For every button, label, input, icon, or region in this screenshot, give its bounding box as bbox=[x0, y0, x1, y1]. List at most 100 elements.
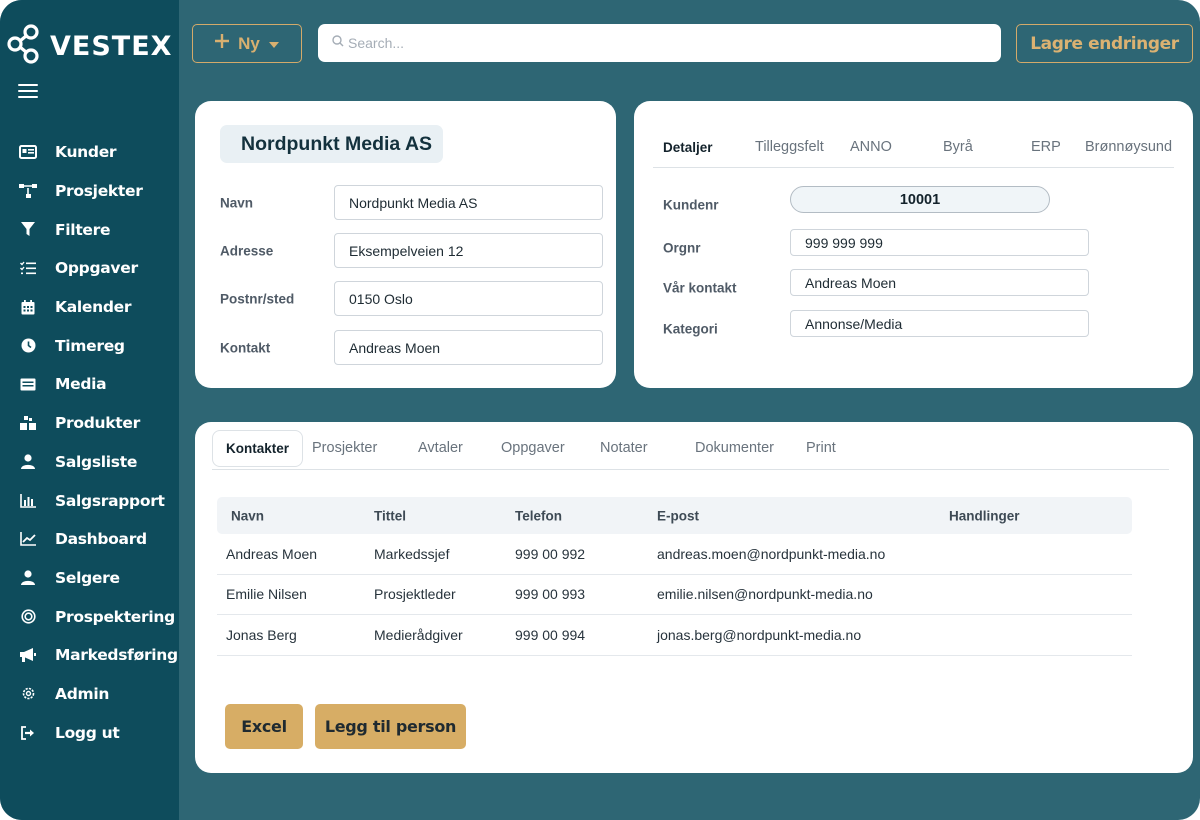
bar-chart-icon bbox=[19, 492, 37, 510]
sidebar-item-label: Oppgaver bbox=[55, 259, 138, 278]
cell-name: Andreas Moen bbox=[226, 545, 318, 562]
contact-field[interactable] bbox=[334, 330, 603, 365]
cell-name: Emilie Nilsen bbox=[226, 586, 307, 603]
field-row-kundenr: Kundenr bbox=[663, 186, 1163, 213]
tab-print[interactable]: Print bbox=[806, 440, 836, 456]
our-contact-field[interactable] bbox=[790, 269, 1089, 296]
name-field[interactable] bbox=[334, 185, 603, 220]
field-label: Adresse bbox=[220, 243, 274, 258]
logo-mark-icon bbox=[6, 23, 44, 70]
sidebar-item-label: Kunder bbox=[55, 143, 117, 162]
logout-icon bbox=[19, 724, 37, 742]
tab-anno[interactable]: ANNO bbox=[850, 139, 892, 155]
cell-email[interactable]: andreas.moen@nordpunkt-media.no bbox=[657, 546, 885, 562]
tab-dokumenter[interactable]: Dokumenter bbox=[695, 440, 774, 456]
sidebar-item-salgsliste[interactable]: Salgsliste bbox=[0, 443, 179, 482]
user-icon bbox=[19, 569, 37, 587]
caret-down-icon bbox=[268, 34, 280, 54]
sidebar-item-label: Prospektering bbox=[55, 607, 175, 626]
field-row-adresse: Adresse bbox=[220, 233, 603, 268]
sidebar-item-label: Filtere bbox=[55, 220, 111, 239]
save-changes-button[interactable]: Lagre endringer bbox=[1016, 24, 1193, 63]
sidebar-item-label: Logg ut bbox=[55, 723, 120, 742]
table-row[interactable]: Emilie Nilsen Prosjektleder 999 00 993 e… bbox=[217, 575, 1132, 615]
clock-icon bbox=[19, 337, 37, 355]
field-row-kontakt: Kontakt bbox=[220, 330, 603, 365]
sidebar-item-prosjekter[interactable]: Prosjekter bbox=[0, 172, 179, 211]
sidebar-item-salgsrapport[interactable]: Salgsrapport bbox=[0, 481, 179, 520]
brand-logo[interactable]: VESTEX bbox=[6, 23, 173, 70]
sidebar-item-media[interactable]: Media bbox=[0, 365, 179, 404]
boxes-icon bbox=[19, 414, 37, 432]
new-button[interactable]: Ny bbox=[192, 24, 302, 63]
sidebar-item-label: Salgsliste bbox=[55, 452, 138, 471]
sidebar-item-label: Salgsrapport bbox=[55, 491, 165, 510]
field-row-var-kontakt: Vår kontakt bbox=[663, 269, 1163, 296]
field-row-postnr: Postnr/sted bbox=[220, 281, 603, 316]
search-input[interactable] bbox=[348, 35, 1001, 51]
details-tabs: Detaljer Tilleggsfelt ANNO Byrå ERP Brøn… bbox=[653, 134, 1174, 168]
target-icon bbox=[19, 608, 37, 626]
contacts-table: Navn Tittel Telefon E-post Handlinger An… bbox=[217, 497, 1132, 656]
customer-number-field[interactable] bbox=[790, 186, 1050, 213]
media-icon bbox=[19, 375, 37, 393]
search-icon bbox=[332, 34, 344, 52]
id-card-icon bbox=[19, 143, 37, 161]
tab-avtaler[interactable]: Avtaler bbox=[418, 440, 463, 456]
cell-name: Jonas Berg bbox=[226, 626, 297, 643]
sidebar-item-markedsforing[interactable]: Markedsføring bbox=[0, 636, 179, 675]
cell-email[interactable]: jonas.berg@nordpunkt-media.no bbox=[657, 627, 861, 643]
sidebar-item-selgere[interactable]: Selgere bbox=[0, 559, 179, 598]
sidebar-item-produkter[interactable]: Produkter bbox=[0, 404, 179, 443]
tab-tilleggsfelt[interactable]: Tilleggsfelt bbox=[755, 139, 824, 155]
field-label: Kategori bbox=[663, 321, 718, 337]
category-field[interactable] bbox=[790, 310, 1089, 337]
sidebar-item-label: Admin bbox=[55, 684, 110, 703]
tab-notater[interactable]: Notater bbox=[600, 440, 648, 456]
sidebar-item-kunder[interactable]: Kunder bbox=[0, 133, 179, 172]
sidebar-item-kalender[interactable]: Kalender bbox=[0, 288, 179, 327]
sidebar-item-prospektering[interactable]: Prospektering bbox=[0, 597, 179, 636]
sidebar-item-timereg[interactable]: Timereg bbox=[0, 326, 179, 365]
cell-title: Prosjektleder bbox=[374, 586, 456, 603]
column-header: Navn bbox=[231, 508, 265, 523]
sidebar-item-oppgaver[interactable]: Oppgaver bbox=[0, 249, 179, 288]
add-person-button[interactable]: Legg til person bbox=[315, 704, 466, 749]
excel-button[interactable]: Excel bbox=[225, 704, 303, 749]
tab-detaljer[interactable]: Detaljer bbox=[663, 140, 713, 155]
tab-bronnoysund[interactable]: Brønnøysund bbox=[1085, 139, 1172, 155]
tab-kontakter[interactable]: Kontakter bbox=[212, 430, 304, 467]
tab-erp[interactable]: ERP bbox=[1031, 139, 1061, 155]
menu-toggle-icon[interactable] bbox=[18, 84, 38, 98]
sidebar-item-label: Media bbox=[55, 375, 107, 394]
table-row[interactable]: Jonas Berg Medierådgiver 999 00 994 jona… bbox=[217, 615, 1132, 656]
tab-prosjekter[interactable]: Prosjekter bbox=[312, 440, 377, 456]
cell-title: Medierådgiver bbox=[374, 626, 463, 643]
sidebar-item-label: Kalender bbox=[55, 298, 132, 317]
sidebar-item-label: Markedsføring bbox=[55, 646, 178, 665]
sidebar-item-logg-ut[interactable]: Logg ut bbox=[0, 713, 179, 752]
sidebar-item-filtere[interactable]: Filtere bbox=[0, 210, 179, 249]
gear-icon bbox=[19, 685, 37, 703]
project-tree-icon bbox=[19, 182, 37, 200]
brand-name: VESTEX bbox=[50, 30, 173, 62]
sidebar-item-label: Dashboard bbox=[55, 530, 147, 549]
cell-email[interactable]: emilie.nilsen@nordpunkt-media.no bbox=[657, 586, 873, 602]
field-label: Vår kontakt bbox=[663, 280, 737, 296]
org-number-field[interactable] bbox=[790, 229, 1089, 256]
postal-field[interactable] bbox=[334, 281, 603, 316]
sidebar-item-label: Selgere bbox=[55, 568, 120, 587]
contacts-card: Kontakter Prosjekter Avtaler Oppgaver No… bbox=[195, 422, 1193, 773]
tab-oppgaver[interactable]: Oppgaver bbox=[501, 440, 565, 456]
sidebar-item-admin[interactable]: Admin bbox=[0, 675, 179, 714]
filter-icon bbox=[19, 221, 37, 239]
cell-phone: 999 00 993 bbox=[515, 586, 586, 603]
field-row-navn: Navn bbox=[220, 185, 603, 220]
column-header: Tittel bbox=[374, 508, 407, 523]
sidebar-item-dashboard[interactable]: Dashboard bbox=[0, 520, 179, 559]
address-field[interactable] bbox=[334, 233, 603, 268]
sidebar-item-label: Produkter bbox=[55, 414, 140, 433]
new-button-label: Ny bbox=[238, 33, 260, 53]
tab-byra[interactable]: Byrå bbox=[943, 139, 973, 155]
table-row[interactable]: Andreas Moen Markedssjef 999 00 992 andr… bbox=[217, 534, 1132, 575]
